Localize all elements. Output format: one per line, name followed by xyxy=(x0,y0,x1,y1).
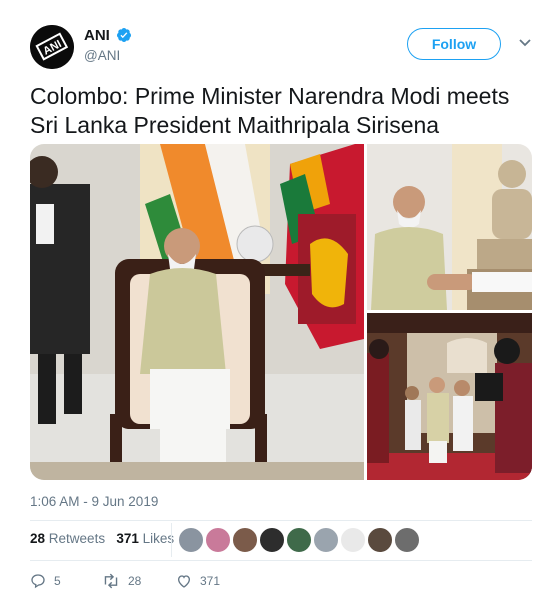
engagement-stats[interactable]: 28 Retweets 371 Likes xyxy=(30,531,174,546)
media-grid xyxy=(30,144,532,480)
liker-avatar[interactable] xyxy=(286,527,312,553)
heart-icon xyxy=(177,575,191,588)
likes-label: Likes xyxy=(142,531,175,546)
retweets-count: 28 xyxy=(30,531,46,546)
divider xyxy=(30,520,532,521)
ani-logo-icon: ANI xyxy=(30,25,74,69)
reply-count: 5 xyxy=(54,574,61,588)
follow-button[interactable]: Follow xyxy=(407,28,501,60)
retweet-icon xyxy=(104,573,118,589)
liker-avatar[interactable] xyxy=(259,527,285,553)
tweet-text: Colombo: Prime Minister Narendra Modi me… xyxy=(30,83,510,138)
likes-count: 371 xyxy=(116,531,139,546)
divider xyxy=(171,523,172,557)
liker-avatar[interactable] xyxy=(340,527,366,553)
chevron-down-icon[interactable] xyxy=(518,38,532,48)
liker-avatar[interactable] xyxy=(205,527,231,553)
photo-ceremony[interactable] xyxy=(367,313,532,480)
verified-badge-icon xyxy=(116,28,131,42)
photo-handshake[interactable] xyxy=(367,144,532,310)
retweet-count: 28 xyxy=(128,574,142,588)
like-count: 371 xyxy=(200,574,221,588)
avatar[interactable]: ANI xyxy=(30,25,74,69)
liker-avatar[interactable] xyxy=(232,527,258,553)
tweet-timestamp[interactable]: 1:06 AM - 9 Jun 2019 xyxy=(30,494,158,509)
reply-button[interactable]: 5 xyxy=(30,573,61,589)
divider xyxy=(30,560,532,561)
retweets-label: Retweets xyxy=(48,531,106,546)
like-button[interactable]: 371 xyxy=(176,573,220,589)
retweet-button[interactable]: 28 xyxy=(102,573,141,589)
liker-avatar[interactable] xyxy=(178,527,204,553)
author-handle[interactable]: @ANI xyxy=(84,48,120,63)
reply-icon xyxy=(31,574,45,589)
liker-avatar[interactable] xyxy=(313,527,339,553)
author-name[interactable]: ANI xyxy=(84,27,110,44)
photo-modi-seated[interactable] xyxy=(30,144,364,480)
liker-avatar[interactable] xyxy=(367,527,393,553)
liker-avatar[interactable] xyxy=(394,527,420,553)
